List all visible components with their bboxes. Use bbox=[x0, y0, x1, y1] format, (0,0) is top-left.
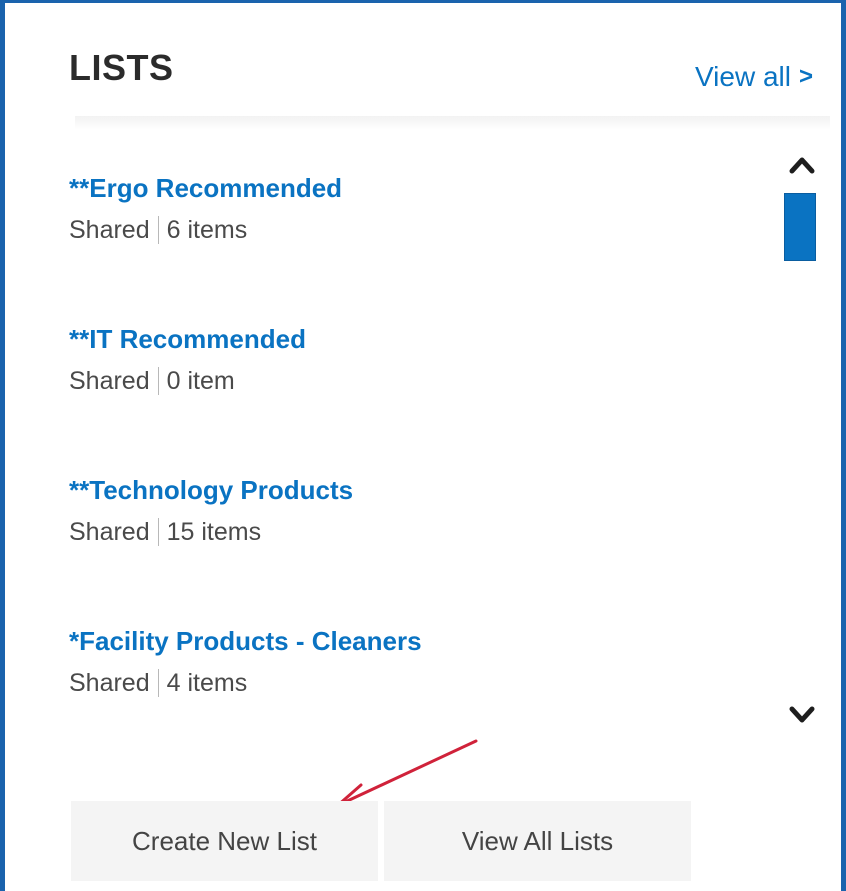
lists-container: **Ergo Recommended Shared 6 items **IT R… bbox=[69, 171, 749, 775]
lists-panel: LISTS View all > **Ergo Recommended Shar… bbox=[0, 0, 846, 891]
chevron-up-icon[interactable] bbox=[787, 153, 817, 177]
scrollbar-thumb[interactable] bbox=[784, 193, 816, 261]
list-item: **IT Recommended Shared 0 item bbox=[69, 322, 749, 473]
header-divider bbox=[75, 116, 830, 130]
list-meta: Shared 4 items bbox=[69, 668, 749, 698]
list-item: **Ergo Recommended Shared 6 items bbox=[69, 171, 749, 322]
meta-separator bbox=[157, 216, 159, 244]
list-name-link[interactable]: **Technology Products bbox=[69, 473, 749, 507]
list-item-count: 0 item bbox=[166, 367, 235, 395]
chevron-down-icon[interactable] bbox=[787, 703, 817, 727]
list-name-link[interactable]: **IT Recommended bbox=[69, 322, 749, 356]
meta-separator bbox=[157, 669, 159, 697]
chevron-right-icon: > bbox=[798, 63, 813, 90]
list-name-link[interactable]: **Ergo Recommended bbox=[69, 171, 749, 205]
list-visibility: Shared bbox=[69, 518, 150, 546]
meta-separator bbox=[157, 367, 159, 395]
list-item: **Technology Products Shared 15 items bbox=[69, 473, 749, 624]
page-title: LISTS bbox=[69, 47, 174, 88]
list-item-count: 15 items bbox=[166, 518, 262, 546]
view-all-lists-button[interactable]: View All Lists bbox=[378, 801, 691, 881]
list-meta: Shared 15 items bbox=[69, 517, 749, 547]
list-item-count: 4 items bbox=[166, 669, 248, 697]
list-name-link[interactable]: *Facility Products - Cleaners bbox=[69, 624, 749, 658]
view-all-label: View all bbox=[695, 61, 791, 92]
create-new-list-button[interactable]: Create New List bbox=[71, 801, 378, 881]
list-meta: Shared 0 item bbox=[69, 366, 749, 396]
meta-separator bbox=[157, 518, 159, 546]
list-visibility: Shared bbox=[69, 216, 150, 244]
list-meta: Shared 6 items bbox=[69, 215, 749, 245]
list-visibility: Shared bbox=[69, 669, 150, 697]
footer-actions: Create New List View All Lists bbox=[71, 801, 691, 881]
list-item-count: 6 items bbox=[166, 216, 248, 244]
list-visibility: Shared bbox=[69, 367, 150, 395]
view-all-link[interactable]: View all > bbox=[695, 61, 813, 93]
